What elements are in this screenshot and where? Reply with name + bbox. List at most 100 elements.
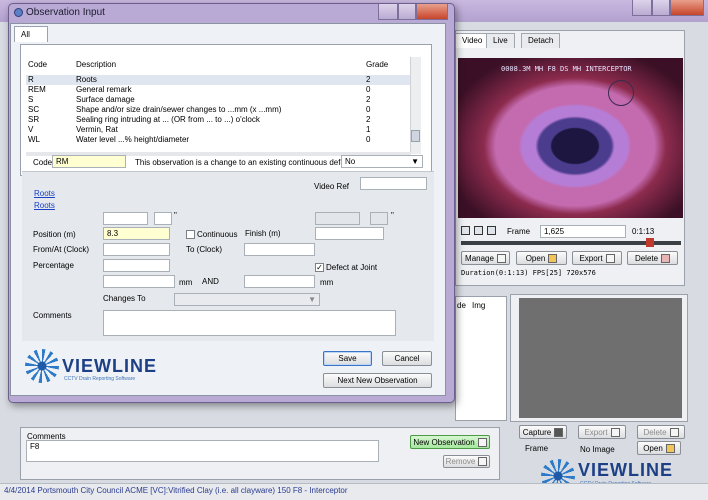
image-frame-label: Frame bbox=[525, 444, 549, 453]
manage-icon bbox=[496, 253, 506, 263]
from-at-clock-input[interactable] bbox=[103, 243, 170, 256]
dialog-viewline-logo-mark bbox=[25, 349, 59, 383]
to-clock-label: To (Clock) bbox=[186, 245, 223, 254]
clock-minute-input[interactable] bbox=[154, 212, 172, 225]
delete-video-button[interactable]: Delete bbox=[627, 251, 678, 265]
observation-code-list[interactable]: Code Description Grade R Roots 2 REM Gen… bbox=[26, 57, 411, 152]
delete-icon bbox=[669, 427, 679, 437]
defect-at-joint-label: Defect at Joint bbox=[326, 263, 378, 272]
folder-icon bbox=[548, 253, 558, 263]
code-input[interactable]: RM bbox=[52, 155, 126, 168]
finish-label: Finish (m) bbox=[245, 229, 281, 238]
export-icon bbox=[605, 253, 615, 263]
tab-live[interactable]: Live bbox=[486, 33, 515, 48]
mm-label-1: mm bbox=[179, 278, 193, 287]
crosshair-icon bbox=[608, 80, 634, 106]
stop-icon[interactable] bbox=[487, 226, 496, 235]
continuous-change-select[interactable]: No ▼ bbox=[341, 155, 423, 168]
viewline-logo-text: VIEWLINE bbox=[578, 460, 674, 480]
new-doc-icon bbox=[477, 437, 487, 447]
from-at-clock-label: From/At (Clock) bbox=[33, 245, 89, 254]
pause-icon[interactable] bbox=[474, 226, 483, 235]
comments-label: Comments bbox=[33, 311, 72, 320]
delete-image-button[interactable]: Delete bbox=[637, 425, 685, 439]
play-icon[interactable] bbox=[461, 226, 470, 235]
and-label: AND bbox=[202, 277, 219, 286]
position-input[interactable]: 8.3 bbox=[103, 227, 170, 240]
export-image-button[interactable]: Export bbox=[578, 425, 626, 439]
next-new-observation-button[interactable]: Next New Observation bbox=[323, 373, 432, 388]
image-col-img: Img bbox=[472, 301, 486, 310]
inch-mark-2: " bbox=[391, 211, 394, 220]
header-grade: Grade bbox=[366, 60, 389, 69]
continuous-checkbox-label: Continuous bbox=[197, 230, 238, 239]
new-observation-button[interactable]: New Observation bbox=[410, 435, 490, 449]
inch-mark-1: " bbox=[174, 211, 177, 220]
main-minimize-button[interactable] bbox=[632, 0, 652, 16]
tab-video[interactable]: Video bbox=[455, 33, 490, 48]
continuous-checkbox[interactable] bbox=[186, 230, 195, 239]
main-maximize-button[interactable] bbox=[652, 0, 670, 16]
status-text: 4/4/2014 Portsmouth City Council ACME [V… bbox=[4, 486, 348, 495]
dialog-close-button[interactable] bbox=[416, 4, 448, 20]
table-row[interactable]: SR Sealing ring intruding at ... (OR fro… bbox=[26, 115, 411, 125]
image-list[interactable] bbox=[455, 296, 507, 421]
size-input-1[interactable] bbox=[103, 275, 175, 288]
no-image-label: No Image bbox=[580, 445, 615, 454]
dialog-title: Observation Input bbox=[26, 7, 105, 18]
list-scroll-thumb[interactable] bbox=[411, 130, 420, 142]
defect-at-joint-checkbox[interactable]: ✓ bbox=[315, 263, 324, 272]
video-frame[interactable]: 0008.3M MH F8 DS MH INTERCEPTOR bbox=[458, 58, 683, 218]
video-ref-input[interactable] bbox=[360, 177, 427, 190]
time-value: 0:1:13 bbox=[632, 227, 655, 236]
seek-handle[interactable] bbox=[646, 238, 654, 247]
dialog-minimize-button[interactable] bbox=[378, 4, 398, 20]
table-row[interactable]: WL Water level ...% height/diameter 0 bbox=[26, 135, 411, 145]
clock-hour-input[interactable] bbox=[103, 212, 148, 225]
open-video-button[interactable]: Open bbox=[516, 251, 567, 265]
size-input-2[interactable] bbox=[244, 275, 315, 288]
dialog-maximize-button[interactable] bbox=[398, 4, 416, 20]
save-button[interactable]: Save bbox=[323, 351, 372, 366]
dialog-viewline-logo-tagline: CCTV Drain Reporting Software bbox=[64, 376, 136, 382]
roots-link-1[interactable]: Roots bbox=[34, 189, 55, 198]
bottom-comments-field[interactable]: F8 bbox=[26, 440, 379, 462]
changes-to-label: Changes To bbox=[103, 294, 146, 303]
table-row[interactable]: R Roots 2 bbox=[26, 75, 411, 85]
frame-value-field[interactable]: 1,625 bbox=[540, 225, 626, 238]
chevron-down-icon: ▼ bbox=[411, 157, 419, 166]
code-label: Code bbox=[33, 158, 53, 167]
tab-all[interactable]: All bbox=[14, 26, 48, 42]
to-clock-input[interactable] bbox=[244, 243, 315, 256]
list-header: Code Description Grade bbox=[26, 60, 411, 70]
position-label: Position (m) bbox=[33, 230, 76, 239]
main-close-button[interactable] bbox=[670, 0, 704, 16]
roots-link-2[interactable]: Roots bbox=[34, 201, 55, 210]
camera-icon bbox=[554, 427, 564, 437]
percentage-label: Percentage bbox=[33, 261, 74, 270]
frame-label: Frame bbox=[507, 227, 531, 236]
tab-detach[interactable]: Detach bbox=[521, 33, 561, 48]
remove-button[interactable]: Remove bbox=[443, 455, 490, 468]
open-image-button[interactable]: Open bbox=[637, 441, 681, 455]
remove-icon bbox=[478, 457, 488, 466]
finish-clock-hour-input[interactable] bbox=[315, 212, 360, 225]
finish-clock-minute-input[interactable] bbox=[370, 212, 388, 225]
export-video-button[interactable]: Export bbox=[572, 251, 622, 265]
duration-text: Duration(0:1:13) FPS[25] 720x576 bbox=[461, 269, 596, 277]
manage-button[interactable]: Manage bbox=[461, 251, 510, 265]
table-row[interactable]: REM General remark 0 bbox=[26, 85, 411, 95]
folder-icon bbox=[665, 443, 675, 453]
table-row[interactable]: V Vermin, Rat 1 bbox=[26, 125, 411, 135]
percentage-input[interactable] bbox=[103, 259, 170, 272]
export-icon bbox=[610, 427, 620, 437]
comments-input[interactable] bbox=[103, 310, 396, 336]
table-row[interactable]: SC Shape and/or size drain/sewer changes… bbox=[26, 105, 411, 115]
capture-button[interactable]: Capture bbox=[519, 425, 567, 439]
table-row[interactable]: S Surface damage 2 bbox=[26, 95, 411, 105]
cancel-button[interactable]: Cancel bbox=[382, 351, 432, 366]
finish-input[interactable] bbox=[315, 227, 384, 240]
changes-to-select[interactable]: ▼ bbox=[174, 293, 320, 306]
video-overlay-text: 0008.3M MH F8 DS MH INTERCEPTOR bbox=[501, 65, 632, 73]
mm-label-2: mm bbox=[320, 278, 334, 287]
